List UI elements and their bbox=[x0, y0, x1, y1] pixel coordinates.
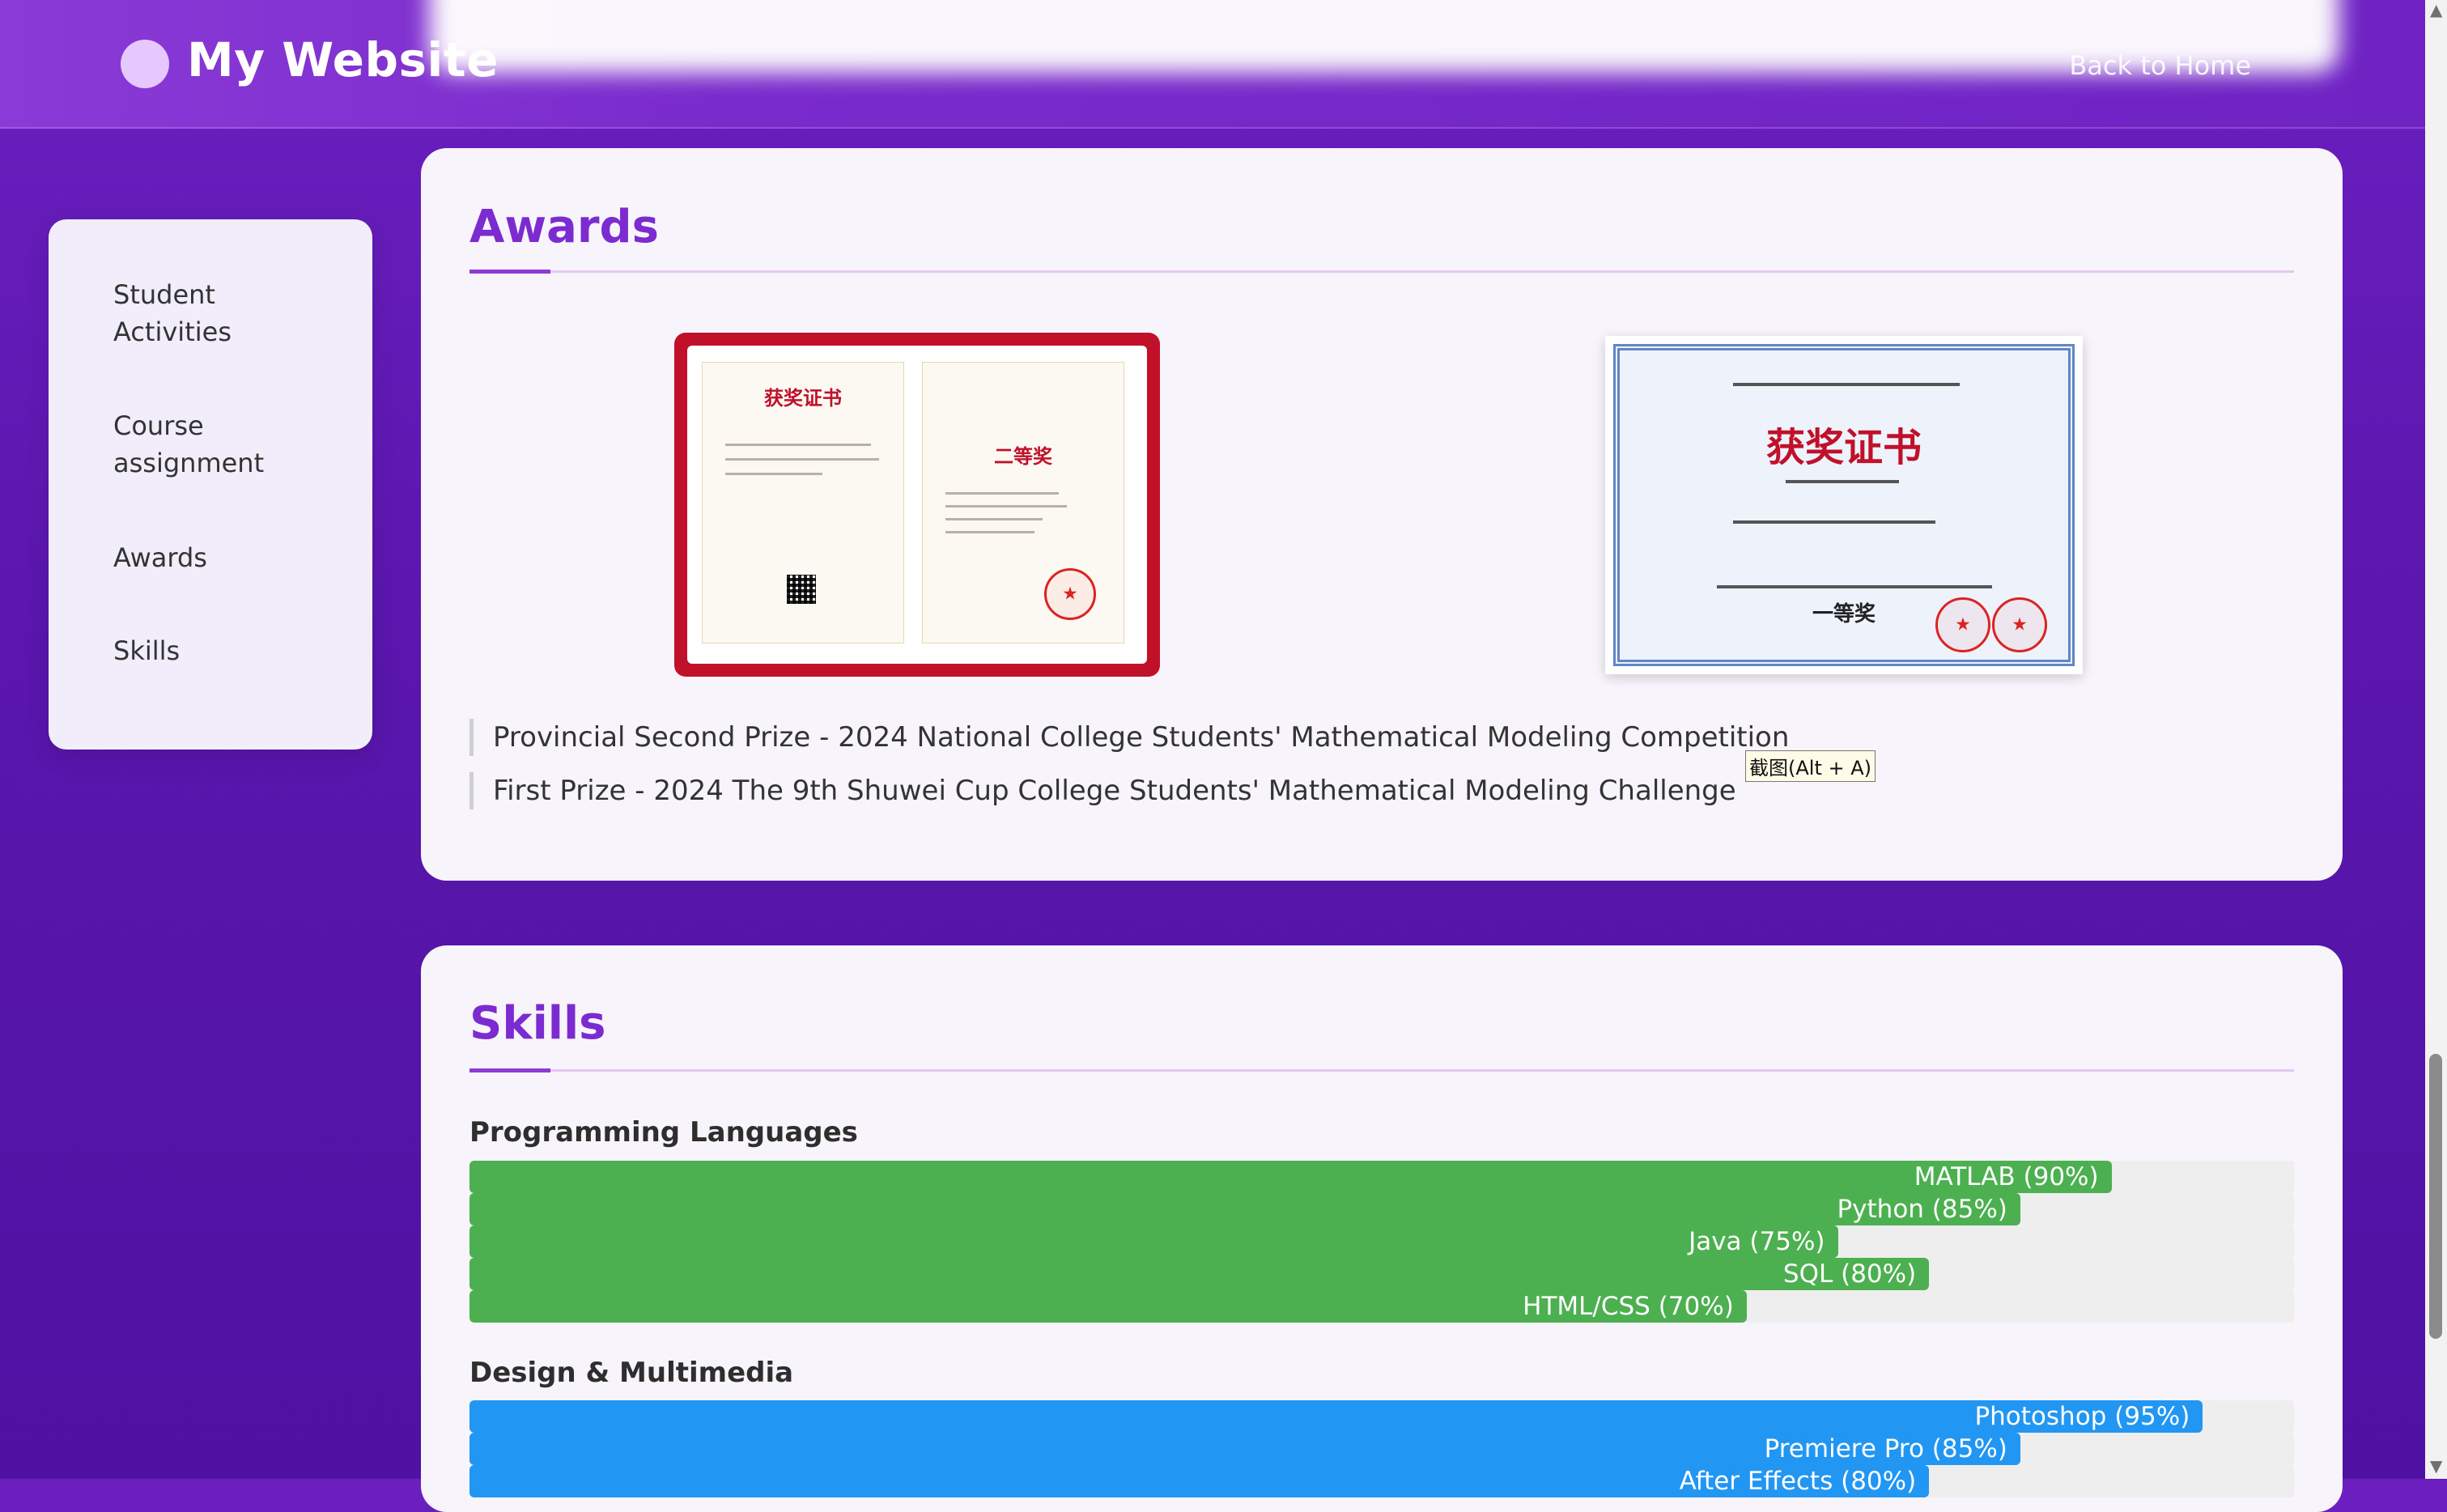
skill-track: Premiere Pro (85%) bbox=[469, 1433, 2294, 1465]
certificate-header: 获奖证书 bbox=[1765, 425, 1922, 470]
skill-track: SQL (80%) bbox=[469, 1258, 2294, 1290]
skills-divider-accent bbox=[469, 1068, 550, 1072]
certificate-header: 获奖证书 bbox=[764, 387, 842, 410]
skills-divider bbox=[469, 1069, 2294, 1072]
skills-section: Skills Programming Languages MATLAB (90%… bbox=[421, 945, 2343, 1512]
skills-title: Skills bbox=[469, 997, 606, 1050]
back-home-link[interactable]: Back to Home bbox=[2069, 50, 2251, 81]
seal-icon bbox=[1935, 597, 1990, 652]
skill-track: Photoshop (95%) bbox=[469, 1400, 2294, 1433]
sidebar-item-awards[interactable]: Awards bbox=[113, 539, 207, 576]
seal-icon bbox=[1992, 597, 2047, 652]
award-item: First Prize - 2024 The 9th Shuwei Cup Co… bbox=[469, 772, 1736, 809]
sidebar-nav: Student Activities Course assignment Awa… bbox=[49, 219, 372, 750]
page-scrollbar[interactable]: ▲ ▼ bbox=[2425, 0, 2447, 1479]
skill-bar: Java (75%) bbox=[469, 1225, 1838, 1258]
skill-bar: Python (85%) bbox=[469, 1193, 2020, 1225]
qr-code-icon bbox=[787, 575, 816, 604]
skill-bar: SQL (80%) bbox=[469, 1258, 1930, 1290]
seal-icon bbox=[1044, 568, 1096, 620]
sidebar-item-course-assignment[interactable]: Course assignment bbox=[113, 407, 264, 482]
skill-bar: HTML/CSS (70%) bbox=[469, 1290, 1747, 1323]
skill-group-title: Design & Multimedia bbox=[469, 1357, 794, 1389]
scroll-thumb[interactable] bbox=[2429, 1054, 2442, 1339]
awards-title: Awards bbox=[469, 201, 659, 253]
skill-track: Python (85%) bbox=[469, 1193, 2294, 1225]
logo-icon bbox=[121, 40, 169, 88]
skill-track: MATLAB (90%) bbox=[469, 1161, 2294, 1193]
certificate-left-page: 获奖证书 bbox=[702, 362, 904, 643]
skill-track: HTML/CSS (70%) bbox=[469, 1290, 2294, 1323]
skill-bar: MATLAB (90%) bbox=[469, 1161, 2112, 1193]
certificate-prize: 二等奖 bbox=[994, 445, 1052, 468]
header-overlay bbox=[429, 0, 2339, 73]
skill-track: After Effects (80%) bbox=[469, 1465, 2294, 1497]
skill-bar: After Effects (80%) bbox=[469, 1465, 1930, 1497]
scroll-down-icon[interactable]: ▼ bbox=[2430, 1456, 2442, 1476]
sidebar-item-skills[interactable]: Skills bbox=[113, 632, 180, 669]
award-item: Provincial Second Prize - 2024 National … bbox=[469, 719, 1789, 756]
certificate-right-page: 二等奖 bbox=[922, 362, 1124, 643]
skill-bar: Photoshop (95%) bbox=[469, 1400, 2203, 1433]
awards-section: Awards 获奖证书 二等奖 获奖证书 bbox=[421, 148, 2343, 881]
awards-divider-accent bbox=[469, 270, 550, 274]
certificate-shuwei-first-prize: 获奖证书 一等奖 bbox=[1605, 336, 2083, 674]
site-header: My Website Back to Home bbox=[0, 0, 2425, 129]
skill-group-title: Programming Languages bbox=[469, 1116, 858, 1149]
sidebar-item-student-activities[interactable]: Student Activities bbox=[113, 276, 232, 350]
skill-track: Java (75%) bbox=[469, 1225, 2294, 1258]
screenshot-tooltip: 截图(Alt + A) bbox=[1745, 750, 1876, 782]
skill-bar: Premiere Pro (85%) bbox=[469, 1433, 2020, 1465]
scroll-up-icon[interactable]: ▲ bbox=[2430, 0, 2442, 19]
awards-divider bbox=[469, 270, 2294, 273]
certificate-provincial-second-prize: 获奖证书 二等奖 bbox=[674, 333, 1160, 677]
